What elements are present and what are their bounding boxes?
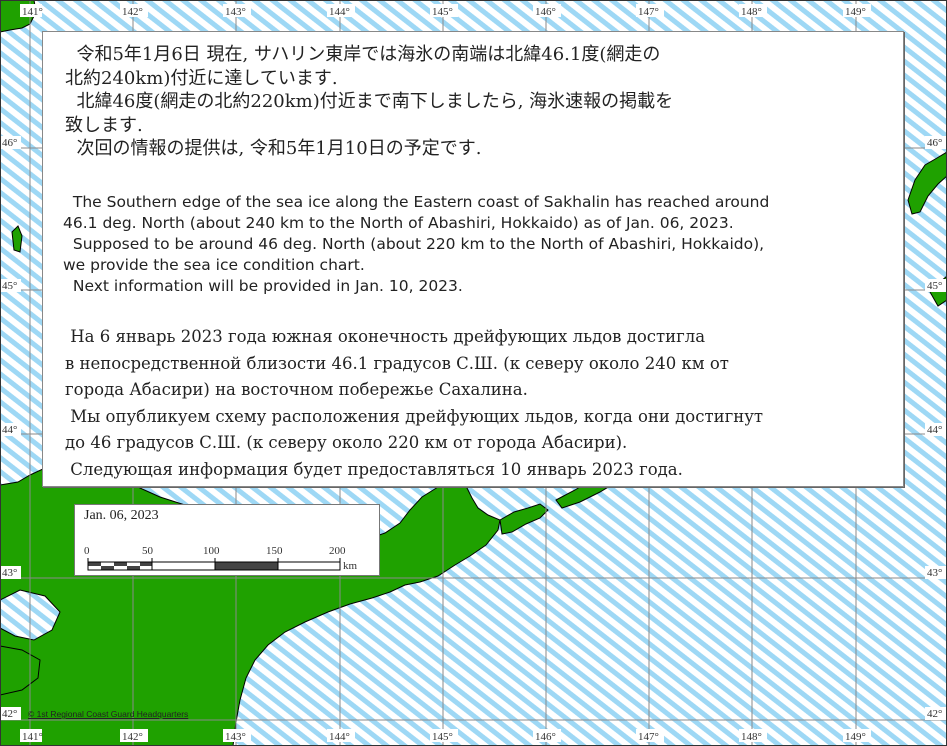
lon-labels-top: 141° 142° 143° 144° 145° 146° 147° 148° …: [20, 4, 871, 18]
credit-link[interactable]: © 1st Regional Coast Guard Headquarters: [28, 709, 188, 719]
lon-labels-bottom: 141° 142° 143° 144° 145° 146° 147° 148° …: [20, 729, 871, 743]
notice-japanese: 令和5年1月6日 現在, サハリン東岸では海氷の南端は北緯46.1度(網走の 北…: [65, 44, 674, 159]
lon-label: 149°: [845, 731, 866, 743]
lon-label: 141°: [22, 731, 43, 743]
lat-label: 43°: [2, 567, 17, 579]
lat-label: 42°: [2, 708, 17, 720]
lon-label: 148°: [741, 6, 762, 18]
scale-tick-label: 100: [203, 545, 220, 557]
lon-label: 145°: [432, 6, 453, 18]
lon-label: 146°: [535, 6, 556, 18]
lat-label: 44°: [927, 424, 942, 436]
lon-label: 147°: [638, 731, 659, 743]
lat-label: 46°: [927, 137, 942, 149]
scale-bar: 0 50 100 150 200 km: [84, 545, 358, 572]
lon-label: 146°: [535, 731, 556, 743]
lat-label: 44°: [2, 424, 17, 436]
lon-label: 142°: [122, 731, 143, 743]
scale-tick-label: 50: [142, 545, 154, 557]
lon-label: 149°: [845, 6, 866, 18]
lon-label: 143°: [225, 731, 246, 743]
lon-label: 147°: [638, 6, 659, 18]
lat-label: 42°: [927, 708, 942, 720]
lat-label: 45°: [2, 280, 17, 292]
lon-label: 143°: [225, 6, 246, 18]
notice-russian: На 6 январь 2023 года южная оконечность …: [65, 327, 764, 479]
lon-label: 145°: [432, 731, 453, 743]
lon-label: 142°: [122, 6, 143, 18]
lat-label: 43°: [927, 567, 942, 579]
scale-unit: km: [343, 560, 358, 572]
scale-box: Jan. 06, 2023 0 50 100 150 200 km: [74, 504, 380, 576]
lon-label: 144°: [329, 6, 350, 18]
notice-box: 令和5年1月6日 現在, サハリン東岸では海氷の南端は北緯46.1度(網走の 北…: [42, 31, 904, 487]
lat-label: 46°: [2, 137, 17, 149]
lon-label: 148°: [741, 731, 762, 743]
lon-label: 141°: [22, 6, 43, 18]
scale-tick-label: 0: [84, 545, 90, 557]
lon-label: 144°: [329, 731, 350, 743]
notice-english: The Southern edge of the sea ice along t…: [63, 193, 770, 295]
scale-tick-label: 200: [329, 545, 346, 557]
lat-label: 45°: [927, 280, 942, 292]
scale-tick-label: 150: [266, 545, 283, 557]
